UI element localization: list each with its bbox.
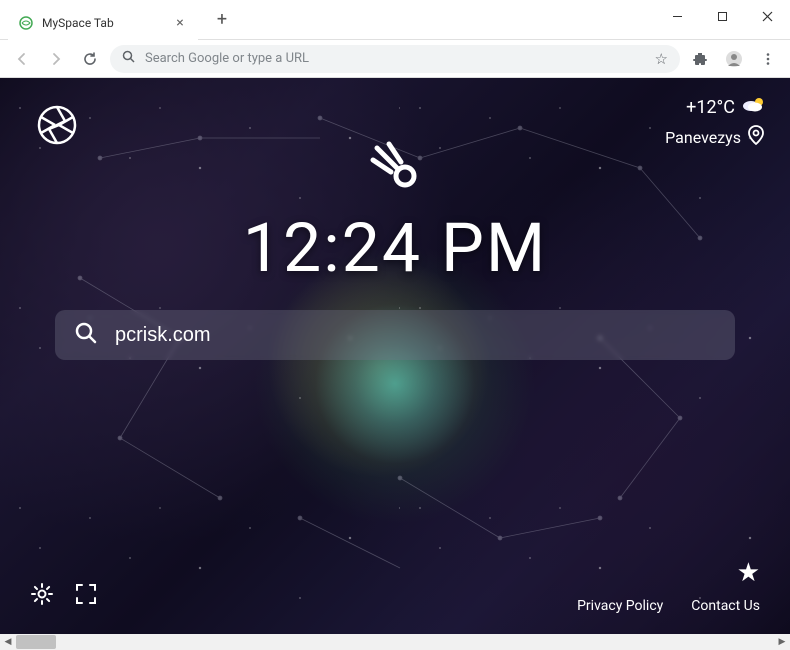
clock-display: 12:24 PM <box>243 208 547 288</box>
bookmark-star-icon[interactable]: ☆ <box>655 50 668 68</box>
search-bar[interactable] <box>55 310 735 360</box>
new-tab-button[interactable]: + <box>208 6 236 34</box>
center-content: 12:24 PM <box>0 138 790 360</box>
scroll-thumb[interactable] <box>16 635 56 649</box>
fullscreen-icon[interactable] <box>74 582 98 606</box>
settings-gear-icon[interactable] <box>30 582 54 606</box>
close-button[interactable] <box>745 0 790 32</box>
scroll-left-arrow-icon[interactable]: ◀ <box>0 634 16 650</box>
close-icon[interactable]: × <box>172 15 188 31</box>
footer-links: Privacy Policy Contact Us <box>577 598 760 614</box>
weather-temp-row: +12°C <box>665 96 765 119</box>
privacy-link[interactable]: Privacy Policy <box>577 598 663 614</box>
search-icon <box>122 50 135 67</box>
scroll-right-arrow-icon[interactable]: ▶ <box>774 634 790 650</box>
horizontal-scrollbar[interactable]: ◀ ▶ <box>0 634 790 650</box>
omnibox[interactable]: Search Google or type a URL ☆ <box>110 45 680 73</box>
bottom-right-controls: ★ Privacy Policy Contact Us <box>577 558 760 614</box>
minimize-button[interactable] <box>655 0 700 32</box>
weather-temp: +12°C <box>686 97 735 118</box>
maximize-button[interactable] <box>700 0 745 32</box>
comet-icon <box>367 138 423 198</box>
weather-condition-icon <box>741 96 765 119</box>
menu-icon[interactable] <box>754 45 782 73</box>
search-input[interactable] <box>115 324 715 347</box>
tab-title: MySpace Tab <box>42 16 164 30</box>
favorites-star-icon[interactable]: ★ <box>737 558 760 588</box>
bottom-left-controls <box>30 582 98 606</box>
browser-toolbar: Search Google or type a URL ☆ <box>0 40 790 78</box>
back-button[interactable] <box>8 45 36 73</box>
search-icon <box>75 322 97 348</box>
contact-link[interactable]: Contact Us <box>691 598 760 614</box>
forward-button[interactable] <box>42 45 70 73</box>
window-controls <box>655 0 790 32</box>
reload-button[interactable] <box>76 45 104 73</box>
profile-icon[interactable] <box>720 45 748 73</box>
browser-tab[interactable]: MySpace Tab × <box>8 6 198 40</box>
omnibox-placeholder: Search Google or type a URL <box>145 51 645 66</box>
extensions-icon[interactable] <box>686 45 714 73</box>
tab-favicon-icon <box>18 15 34 31</box>
window-titlebar: MySpace Tab × + <box>0 0 790 40</box>
newtab-page: +12°C Panevezys 12:2 <box>0 78 790 634</box>
